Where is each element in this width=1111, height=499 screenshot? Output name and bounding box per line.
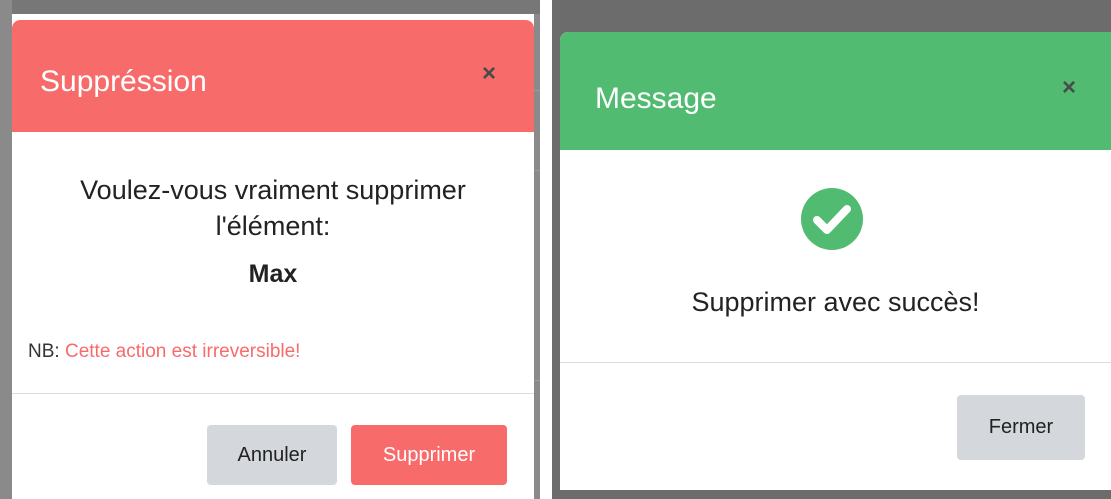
backdrop-bottom (552, 490, 1111, 499)
backdrop-gap (540, 0, 552, 499)
success-message: Supprimer avec succès! (691, 287, 980, 317)
note-prefix: NB: (28, 341, 60, 362)
note-warning-text: Cette action est irreversible! (64, 341, 301, 362)
warning-note: NB: Cette action est irreversible! (28, 341, 300, 363)
message-modal-header: Message × (560, 32, 1111, 150)
footer-divider (560, 362, 1111, 363)
close-button[interactable]: Fermer (957, 395, 1085, 460)
delete-confirm-modal: Suppréssion × Voulez-vous vraiment suppr… (12, 20, 534, 499)
check-circle-icon (801, 188, 863, 250)
backdrop-line (534, 90, 540, 91)
close-icon[interactable]: × (482, 62, 496, 86)
cancel-button[interactable]: Annuler (207, 425, 337, 485)
delete-modal-title: Suppréssion (40, 65, 207, 98)
confirm-message: Voulez-vous vraiment supprimer l'élément… (80, 175, 466, 241)
backdrop-line (534, 170, 540, 171)
backdrop-line (534, 380, 540, 381)
delete-modal-header: Suppréssion × (12, 20, 534, 132)
item-name: Max (248, 260, 298, 288)
backdrop-top-strip (0, 0, 540, 14)
success-message-modal: Message × Supprimer avec succès! Fermer (560, 32, 1111, 490)
backdrop-left-edge (0, 0, 12, 499)
delete-button[interactable]: Supprimer (351, 425, 507, 485)
close-icon[interactable]: × (1062, 76, 1076, 100)
message-modal-title: Message (595, 82, 717, 115)
screen: Suppréssion × Voulez-vous vraiment suppr… (0, 0, 1111, 499)
footer-divider (12, 393, 534, 394)
